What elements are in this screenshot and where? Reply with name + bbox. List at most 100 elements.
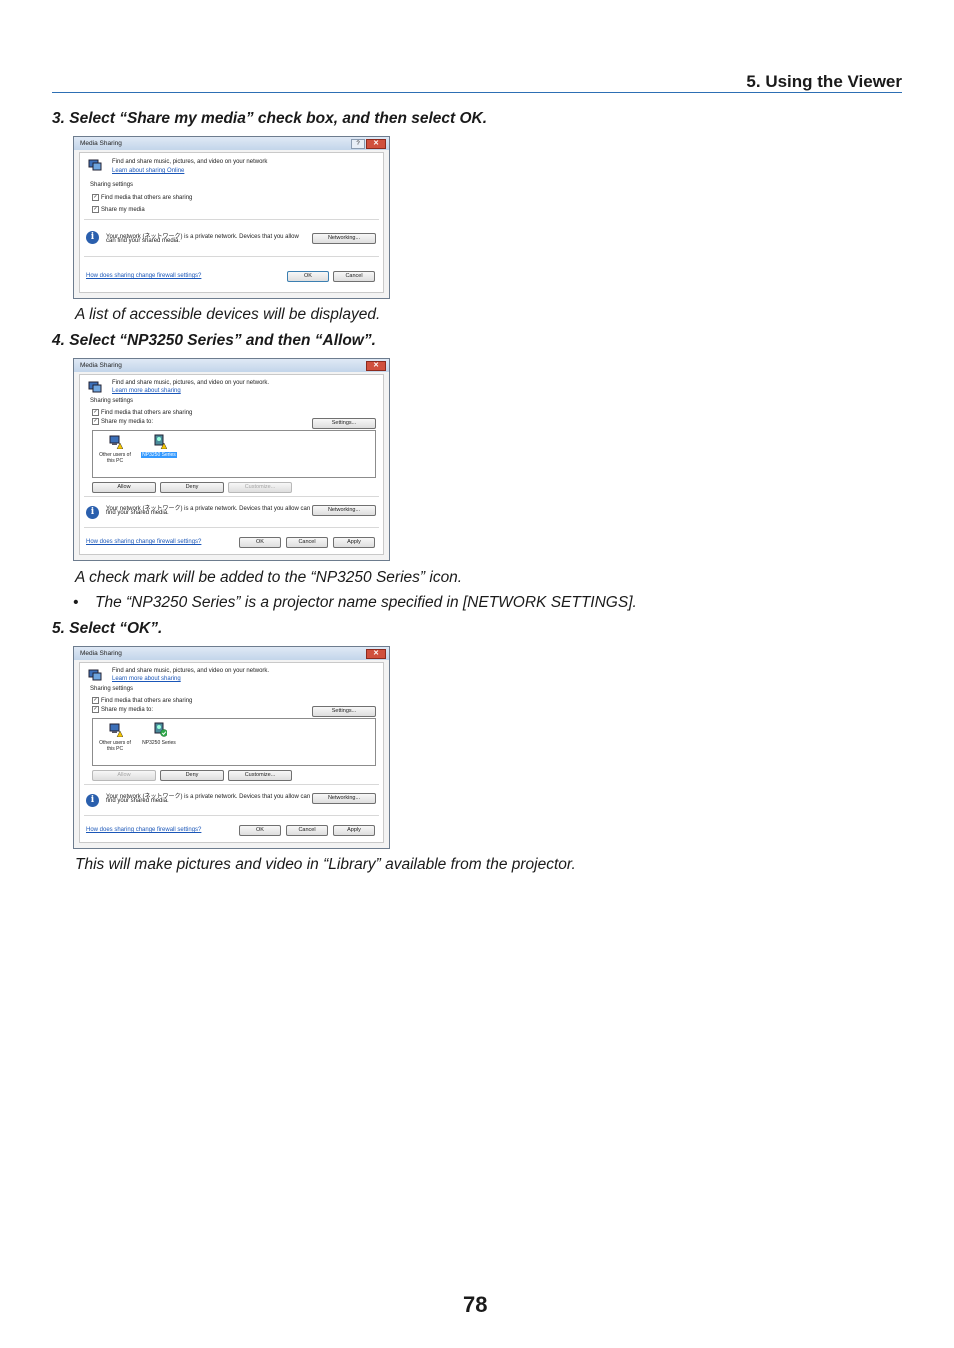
title-bar: Media Sharing ? ✕ bbox=[74, 137, 389, 150]
note-devices-displayed: A list of accessible devices will be dis… bbox=[75, 306, 381, 323]
allow-button[interactable]: Allow bbox=[92, 482, 156, 493]
dialog-body: Find and share music, pictures, and vide… bbox=[79, 374, 384, 555]
firewall-link[interactable]: How does sharing change firewall setting… bbox=[86, 827, 201, 833]
network-text-2: find your shared media. bbox=[106, 798, 169, 804]
device-label: this PC bbox=[106, 746, 124, 752]
networking-button[interactable]: Networking... bbox=[312, 505, 376, 516]
intro-text: Find and share music, pictures, and vide… bbox=[112, 159, 268, 165]
intro-text: Find and share music, pictures, and vide… bbox=[112, 668, 270, 674]
find-media-label: Find media that others are sharing bbox=[101, 195, 193, 201]
media-sharing-icon bbox=[88, 669, 102, 681]
dialog-title: Media Sharing bbox=[80, 140, 122, 147]
ok-button[interactable]: OK bbox=[239, 825, 281, 836]
media-sharing-dialog-2: Media Sharing ✕ Find and share music, pi… bbox=[73, 358, 390, 561]
header-title: 5. Using the Viewer bbox=[746, 72, 902, 91]
media-sharing-dialog-1: Media Sharing ? ✕ Find and share music, … bbox=[73, 136, 390, 299]
customize-button[interactable]: Customize... bbox=[228, 482, 292, 493]
device-np3250[interactable]: NP3250 Series bbox=[137, 434, 181, 458]
note-library-available: This will make pictures and video in “Li… bbox=[75, 856, 576, 873]
ok-button[interactable]: OK bbox=[239, 537, 281, 548]
share-media-checkbox[interactable]: ✓ bbox=[92, 706, 99, 713]
separator bbox=[84, 256, 379, 257]
sharing-settings-label: Sharing settings bbox=[90, 398, 134, 404]
separator bbox=[84, 219, 379, 220]
share-media-label: Share my media to: bbox=[101, 419, 154, 425]
learn-link[interactable]: Learn about sharing Online bbox=[112, 168, 184, 174]
sharing-settings-label: Sharing settings bbox=[90, 686, 134, 692]
share-media-checkbox[interactable]: ✓ bbox=[92, 418, 99, 425]
network-text-2: can find your shared media. bbox=[106, 238, 181, 244]
info-icon: i bbox=[86, 794, 99, 807]
ok-button[interactable]: OK bbox=[287, 271, 329, 282]
dialog-body: Find and share music, pictures, and vide… bbox=[79, 152, 384, 293]
help-button[interactable]: ? bbox=[351, 139, 365, 149]
separator bbox=[84, 784, 379, 785]
dialog-title: Media Sharing bbox=[80, 362, 122, 369]
share-media-checkbox[interactable]: ✓ bbox=[92, 206, 99, 213]
device-label: this PC bbox=[106, 458, 124, 464]
separator bbox=[84, 496, 379, 497]
dialog-body: Find and share music, pictures, and vide… bbox=[79, 662, 384, 843]
cancel-button[interactable]: Cancel bbox=[333, 271, 375, 282]
dialog-title: Media Sharing bbox=[80, 650, 122, 657]
info-icon: i bbox=[86, 506, 99, 519]
separator bbox=[84, 527, 379, 528]
deny-button[interactable]: Deny bbox=[160, 482, 224, 493]
device-np3250[interactable]: NP3250 Series bbox=[137, 722, 181, 746]
find-media-label: Find media that others are sharing bbox=[101, 410, 193, 416]
step-4: 4. Select “NP3250 Series” and then “Allo… bbox=[52, 332, 376, 349]
networking-button[interactable]: Networking... bbox=[312, 233, 376, 244]
pc-users-warning-icon bbox=[109, 435, 124, 450]
find-media-checkbox[interactable]: ✓ bbox=[92, 697, 99, 704]
firewall-link[interactable]: How does sharing change firewall setting… bbox=[86, 539, 201, 545]
page-number: 78 bbox=[463, 1292, 488, 1317]
title-bar: Media Sharing ✕ bbox=[74, 647, 389, 660]
network-text-2: find your shared media. bbox=[106, 510, 169, 516]
firewall-link[interactable]: How does sharing change firewall setting… bbox=[86, 273, 201, 279]
projector-check-icon bbox=[154, 722, 168, 737]
device-other-users[interactable]: Other users of this PC bbox=[95, 434, 135, 464]
media-sharing-dialog-3: Media Sharing ✕ Find and share music, pi… bbox=[73, 646, 390, 849]
find-media-checkbox[interactable]: ✓ bbox=[92, 194, 99, 201]
close-button[interactable]: ✕ bbox=[366, 139, 386, 149]
sharing-settings-label: Sharing settings bbox=[90, 182, 134, 188]
learn-link[interactable]: Learn more about sharing bbox=[112, 388, 181, 394]
bullet-note: • The “NP3250 Series” is a projector nam… bbox=[73, 594, 637, 612]
allow-button[interactable]: Allow bbox=[92, 770, 156, 781]
apply-button[interactable]: Apply bbox=[333, 537, 375, 548]
intro-text: Find and share music, pictures, and vide… bbox=[112, 380, 270, 386]
step-3: 3. Select “Share my media” check box, an… bbox=[52, 110, 488, 127]
learn-link[interactable]: Learn more about sharing bbox=[112, 676, 181, 682]
settings-button[interactable]: Settings... bbox=[312, 418, 376, 429]
step-5: 5. Select “OK”. bbox=[52, 620, 163, 637]
pc-users-warning-icon bbox=[109, 723, 124, 738]
cancel-button[interactable]: Cancel bbox=[286, 825, 328, 836]
customize-button[interactable]: Customize... bbox=[228, 770, 292, 781]
share-media-label: Share my media to: bbox=[101, 707, 154, 713]
settings-button[interactable]: Settings... bbox=[312, 706, 376, 717]
find-media-label: Find media that others are sharing bbox=[101, 698, 193, 704]
projector-warning-icon bbox=[154, 434, 168, 450]
title-bar: Media Sharing ✕ bbox=[74, 359, 389, 372]
media-sharing-icon bbox=[88, 159, 102, 171]
device-label: NP3250 Series bbox=[141, 452, 177, 458]
separator bbox=[84, 815, 379, 816]
header-rule bbox=[52, 92, 902, 93]
cancel-button[interactable]: Cancel bbox=[286, 537, 328, 548]
networking-button[interactable]: Networking... bbox=[312, 793, 376, 804]
media-sharing-icon bbox=[88, 381, 102, 393]
deny-button[interactable]: Deny bbox=[160, 770, 224, 781]
share-media-label: Share my media bbox=[101, 207, 145, 213]
find-media-checkbox[interactable]: ✓ bbox=[92, 409, 99, 416]
apply-button[interactable]: Apply bbox=[333, 825, 375, 836]
device-label: NP3250 Series bbox=[142, 740, 176, 746]
device-list[interactable]: Other users of this PC NP3250 Series bbox=[92, 430, 376, 478]
note-check-mark: A check mark will be added to the “NP325… bbox=[75, 569, 463, 586]
bullet-mark: • bbox=[73, 594, 79, 611]
close-button[interactable]: ✕ bbox=[366, 361, 386, 371]
device-list[interactable]: Other users of this PC NP3250 Series bbox=[92, 718, 376, 766]
close-button[interactable]: ✕ bbox=[366, 649, 386, 659]
device-other-users[interactable]: Other users of this PC bbox=[95, 722, 135, 752]
bullet-text: The “NP3250 Series” is a projector name … bbox=[95, 594, 637, 611]
info-icon: i bbox=[86, 231, 99, 244]
